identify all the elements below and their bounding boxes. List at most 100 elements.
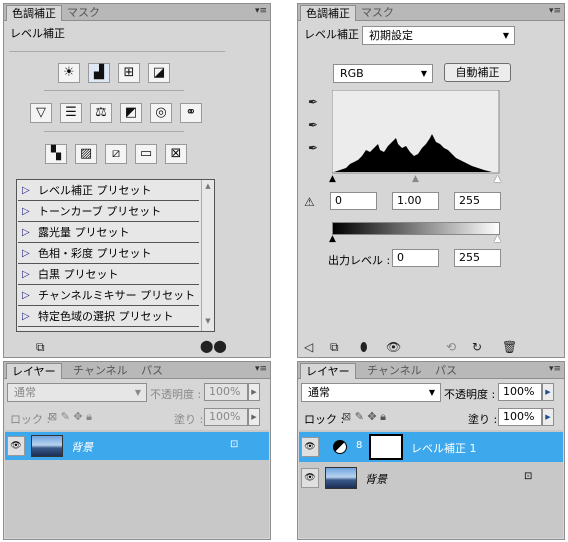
selective-color-icon[interactable]: ⊠ [165,144,187,164]
preset-item[interactable]: ▷ 白黒 プリセット [18,265,199,285]
visibility-eye-icon[interactable]: 👁︎ [386,340,401,354]
tab-adjustments[interactable]: 色調補正 [6,5,62,21]
preset-item[interactable]: ▷ チャンネルミキサー プリセット [18,286,199,306]
lock-label: ロック : [304,413,345,426]
layer-row-levels[interactable]: 👁︎ 8 レベル補正 1 [299,432,563,462]
opacity-field[interactable]: 100% [498,383,542,401]
opacity-field[interactable]: 100% [204,383,248,401]
channel-mixer-icon[interactable]: ⚭ [180,103,202,123]
preset-select[interactable]: 初期設定 ▼ [362,26,515,45]
channel-select[interactable]: RGB ▼ [333,64,433,83]
input-gamma-field[interactable]: 1.00 [392,192,439,210]
tab-bar: 色調補正 マスク ▾≡ [298,4,564,21]
input-black-field[interactable]: 0 [330,192,377,210]
preset-scrollbar[interactable]: ▲ ▼ [201,180,214,331]
black-white-icon[interactable]: ◩ [120,103,142,123]
divider [44,90,184,91]
fill-label: 塗り : [174,413,204,426]
input-gray-slider[interactable]: ▲ [412,174,419,184]
levels-icon[interactable]: ▟ [88,63,110,83]
gray-eyedropper-icon[interactable]: ✒ [308,118,318,132]
tab-channels[interactable]: チャンネル [68,363,133,379]
trash-icon[interactable]: 🗑︎ [502,340,517,354]
auto-button[interactable]: 自動補正 [444,63,511,82]
input-white-field[interactable]: 255 [454,192,501,210]
tab-paths[interactable]: パス [430,363,462,379]
left-layers-panel: レイヤー チャンネル パス ▾≡ 通常 ▼ 不透明度 : 100% ▶ ロック :… [3,361,271,540]
curves-icon[interactable]: ⊞ [118,63,140,83]
posterize-icon[interactable]: ▨ [75,144,97,164]
visibility-eye-icon[interactable]: 👁︎ [301,468,319,488]
layer-name[interactable]: 背景 [71,439,93,455]
white-eyedropper-icon[interactable]: ✒ [308,141,318,155]
mask-thumbnail[interactable] [369,434,403,460]
opacity-stepper[interactable]: ▶ [542,383,554,401]
clip-to-layer-icon[interactable]: ⧉ [330,340,339,355]
previous-state-icon[interactable]: ⟲ [446,340,456,354]
brightness-icon[interactable]: ☀ [58,63,80,83]
exposure-icon[interactable]: ◪ [148,63,170,83]
layer-name[interactable]: 背景 [365,471,387,487]
tab-layers[interactable]: レイヤー [300,363,356,379]
layer-row-background[interactable]: 👁︎ 背景 ⊡ [299,464,563,492]
fill-stepper[interactable]: ▶ [248,408,260,426]
photo-filter-icon[interactable]: ◎ [150,103,172,123]
expand-triangle-icon: ▷ [22,248,30,259]
preset-item[interactable]: ▷ レベル補正 プリセット [18,181,199,201]
lock-icons[interactable]: ⊠ ✎ ✥ 🔒︎ [342,410,386,424]
vibrance-icon[interactable]: ▽ [30,103,52,123]
back-arrow-icon[interactable]: ◁ [304,340,313,354]
tab-layers[interactable]: レイヤー [6,363,62,379]
layer-name[interactable]: レベル補正 1 [411,440,477,456]
panel-menu-icon[interactable]: ▾≡ [549,364,561,374]
preset-item[interactable]: ▷ トーンカーブ プリセット [18,202,199,222]
lock-icons[interactable]: ⊠ ✎ ✥ 🔒︎ [48,410,92,424]
preset-item[interactable]: ▷ 特定色域の選択 プリセット [18,307,199,327]
layer-list: 👁︎ 背景 ⊡ [5,430,269,538]
reset-icon[interactable]: ↻ [472,340,482,354]
panel-menu-icon[interactable]: ▾≡ [255,364,267,374]
invert-icon[interactable]: ▚ [45,144,67,164]
fill-field[interactable]: 100% [204,408,248,426]
threshold-icon[interactable]: ⧄ [105,144,127,164]
histogram [332,90,500,174]
opacity-stepper[interactable]: ▶ [248,383,260,401]
hue-saturation-icon[interactable]: ☰ [60,103,82,123]
tab-masks[interactable]: マスク [356,5,399,21]
tab-adjustments[interactable]: 色調補正 [300,5,356,21]
output-white-slider[interactable]: ▲ [494,234,501,244]
divider [44,131,184,132]
fill-label: 塗り : [468,413,498,426]
tab-paths[interactable]: パス [136,363,168,379]
tab-channels[interactable]: チャンネル [362,363,427,379]
input-white-slider[interactable]: ▲ [494,174,501,184]
panel-menu-icon[interactable]: ▾≡ [255,6,267,16]
preset-list: ▷ レベル補正 プリセット ▷ トーンカーブ プリセット ▷ 露光量 プリセット ▷ 色… [16,179,215,332]
layer-thumbnail [31,435,63,457]
color-balance-icon[interactable]: ⚖ [90,103,112,123]
expanded-view-icon[interactable]: ⬤⬤ [200,339,227,353]
expand-triangle-icon: ▷ [22,206,30,217]
preset-item[interactable]: ▷ 色相・彩度 プリセット [18,244,199,264]
blend-mode-select[interactable]: 通常 ▼ [7,383,147,402]
fill-field[interactable]: 100% [498,408,542,426]
preset-item[interactable]: ▷ 露光量 プリセット [18,223,199,243]
input-black-slider[interactable]: ▲ [329,174,336,184]
gradient-map-icon[interactable]: ▭ [135,144,157,164]
mask-icon[interactable]: ⬮ [360,340,368,355]
blend-mode-select[interactable]: 通常 ▼ [301,383,441,402]
black-eyedropper-icon[interactable]: ✒ [308,95,318,109]
layer-row-background[interactable]: 👁︎ 背景 ⊡ [5,432,269,460]
panel-menu-icon[interactable]: ▾≡ [549,6,561,16]
output-gradient [332,222,500,235]
visibility-eye-icon[interactable]: 👁︎ [7,436,25,456]
output-black-slider[interactable]: ▲ [329,234,336,244]
clip-to-layer-icon[interactable]: ⧉ [36,340,45,355]
visibility-eye-icon[interactable]: 👁︎ [301,437,319,457]
output-black-field[interactable]: 0 [392,249,439,267]
tab-masks[interactable]: マスク [62,5,105,21]
expand-triangle-icon: ▷ [22,269,30,280]
opacity-label: 不透明度 : [444,388,496,401]
output-white-field[interactable]: 255 [454,249,501,267]
fill-stepper[interactable]: ▶ [542,408,554,426]
